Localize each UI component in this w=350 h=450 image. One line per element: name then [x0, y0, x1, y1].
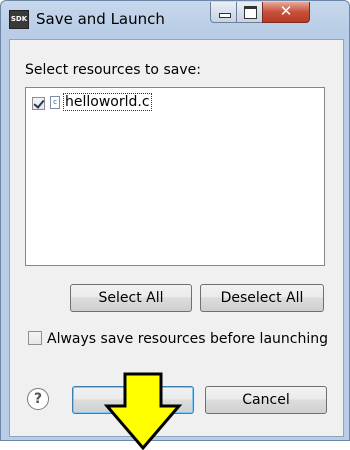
select-all-button[interactable]: Select All: [70, 284, 192, 312]
maximize-icon: [244, 6, 257, 19]
save-and-launch-dialog: SDK Save and Launch ✕ Select resources t…: [0, 0, 350, 450]
resource-checkbox[interactable]: [32, 96, 45, 110]
resources-list[interactable]: c helloworld.c: [25, 87, 325, 266]
c-file-icon: c: [50, 96, 60, 109]
minimize-icon: [219, 13, 231, 18]
minimize-button[interactable]: [210, 2, 237, 23]
list-item[interactable]: c helloworld.c: [32, 93, 152, 113]
always-save-checkbox[interactable]: [28, 331, 42, 345]
select-resources-label: Select resources to save:: [25, 62, 201, 78]
close-icon: ✕: [279, 2, 293, 20]
resource-label[interactable]: helloworld.c: [63, 93, 152, 111]
window-title: Save and Launch: [36, 10, 165, 28]
ok-button[interactable]: OK: [72, 386, 194, 414]
always-save-label: Always save resources before launching: [47, 331, 328, 347]
always-save-option[interactable]: Always save resources before launching: [28, 331, 328, 347]
close-button[interactable]: ✕: [262, 2, 310, 23]
deselect-all-button[interactable]: Deselect All: [200, 284, 324, 312]
help-icon[interactable]: ?: [27, 388, 49, 410]
dialog-body: Select resources to save: c helloworld.c…: [9, 39, 344, 450]
cancel-button[interactable]: Cancel: [205, 386, 327, 414]
maximize-button[interactable]: [236, 2, 263, 23]
sdk-app-icon: SDK: [9, 10, 29, 29]
title-bar[interactable]: SDK Save and Launch ✕: [1, 1, 349, 37]
